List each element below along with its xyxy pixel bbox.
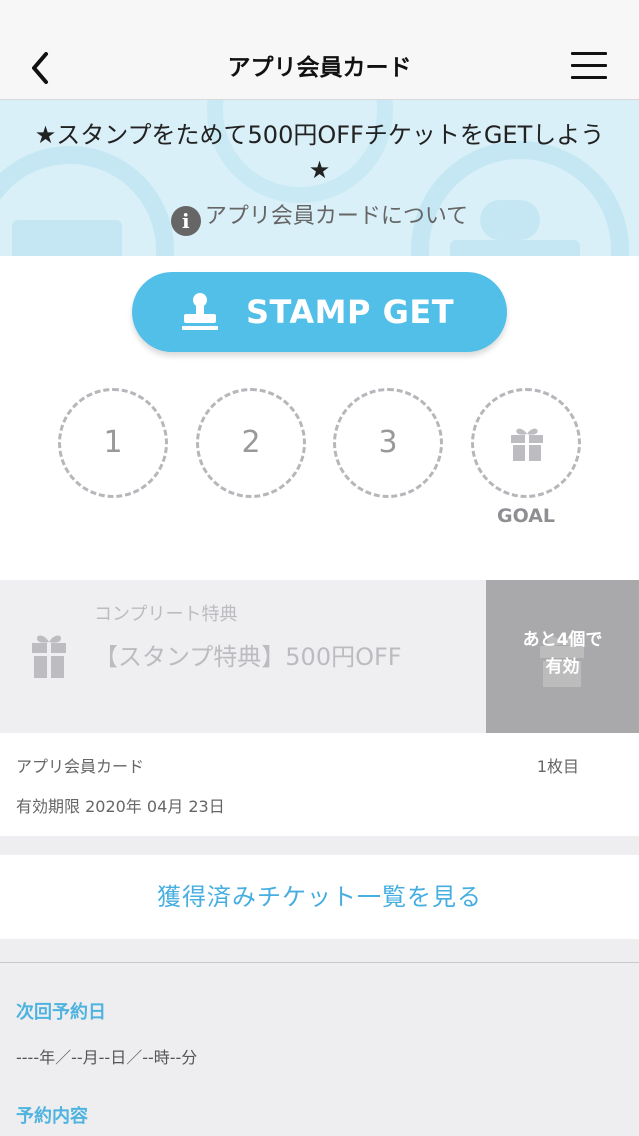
divider — [0, 962, 639, 963]
stamp-button-label: STAMP GET — [246, 293, 455, 331]
card-info: アプリ会員カード 1枚目 有効期限 2020年 04月 23日 — [0, 733, 639, 836]
menu-button[interactable] — [571, 50, 609, 86]
reservation-content-label: 予約内容 — [16, 1106, 88, 1127]
chevron-left-icon — [32, 52, 48, 84]
page-title: アプリ会員カード — [227, 55, 412, 81]
stamp-slot-2: 2 — [196, 388, 306, 498]
card-name: アプリ会員カード — [16, 757, 145, 776]
back-button[interactable] — [22, 46, 62, 90]
goal-label: GOAL — [496, 505, 556, 527]
banner-headline: ★スタンプをためて500円OFFチケットをGETしよう★ — [34, 121, 605, 184]
reward-status-line: あと4個で 有効 — [522, 630, 603, 677]
stamp-get-button[interactable]: STAMP GET — [132, 272, 507, 352]
hamburger-icon — [571, 52, 607, 55]
stamp-card: STAMP GET 1 2 3 GOAL — [0, 256, 639, 580]
gift-icon — [32, 635, 66, 678]
gift-icon — [511, 428, 543, 461]
next-reservation-value: ----年／--月--日／--時--分 — [16, 1048, 198, 1067]
info-icon: i — [170, 206, 201, 236]
stamp-slot-3: 3 — [333, 388, 443, 498]
stamp-banner: ★スタンプをためて500円OFFチケットをGETしよう★ i アプリ会員カードにつ… — [0, 100, 639, 256]
reward-title: 【スタンプ特典】500円OFF — [94, 643, 402, 671]
card-count: 1枚目 — [536, 757, 579, 776]
hamburger-icon-line — [571, 64, 607, 67]
stamp-slot-1: 1 — [58, 388, 168, 498]
status-bar — [0, 0, 639, 36]
reward-subtitle: コンプリート特典 — [94, 604, 238, 625]
reward-status-badge: あと4個で 有効 — [486, 580, 639, 733]
ticket-list-link[interactable]: 獲得済みチケット一覧を見る — [0, 855, 639, 939]
stamp-icon — [182, 293, 218, 330]
info-link[interactable]: i アプリ会員カードについて — [0, 198, 639, 236]
navigation-bar: アプリ会員カード — [0, 36, 639, 100]
reward-panel: コンプリート特典 【スタンプ特典】500円OFF あと4個で 有効 — [0, 580, 639, 733]
hamburger-icon-line — [571, 76, 607, 79]
reward-status-text: あと4個で 有効 — [486, 627, 639, 681]
next-reservation-label: 次回予約日 — [16, 1002, 106, 1023]
info-link-label: アプリ会員カードについて — [204, 204, 469, 229]
card-expiry: 有効期限 2020年 04月 23日 — [16, 797, 225, 816]
stamp-slot-goal — [471, 388, 581, 498]
